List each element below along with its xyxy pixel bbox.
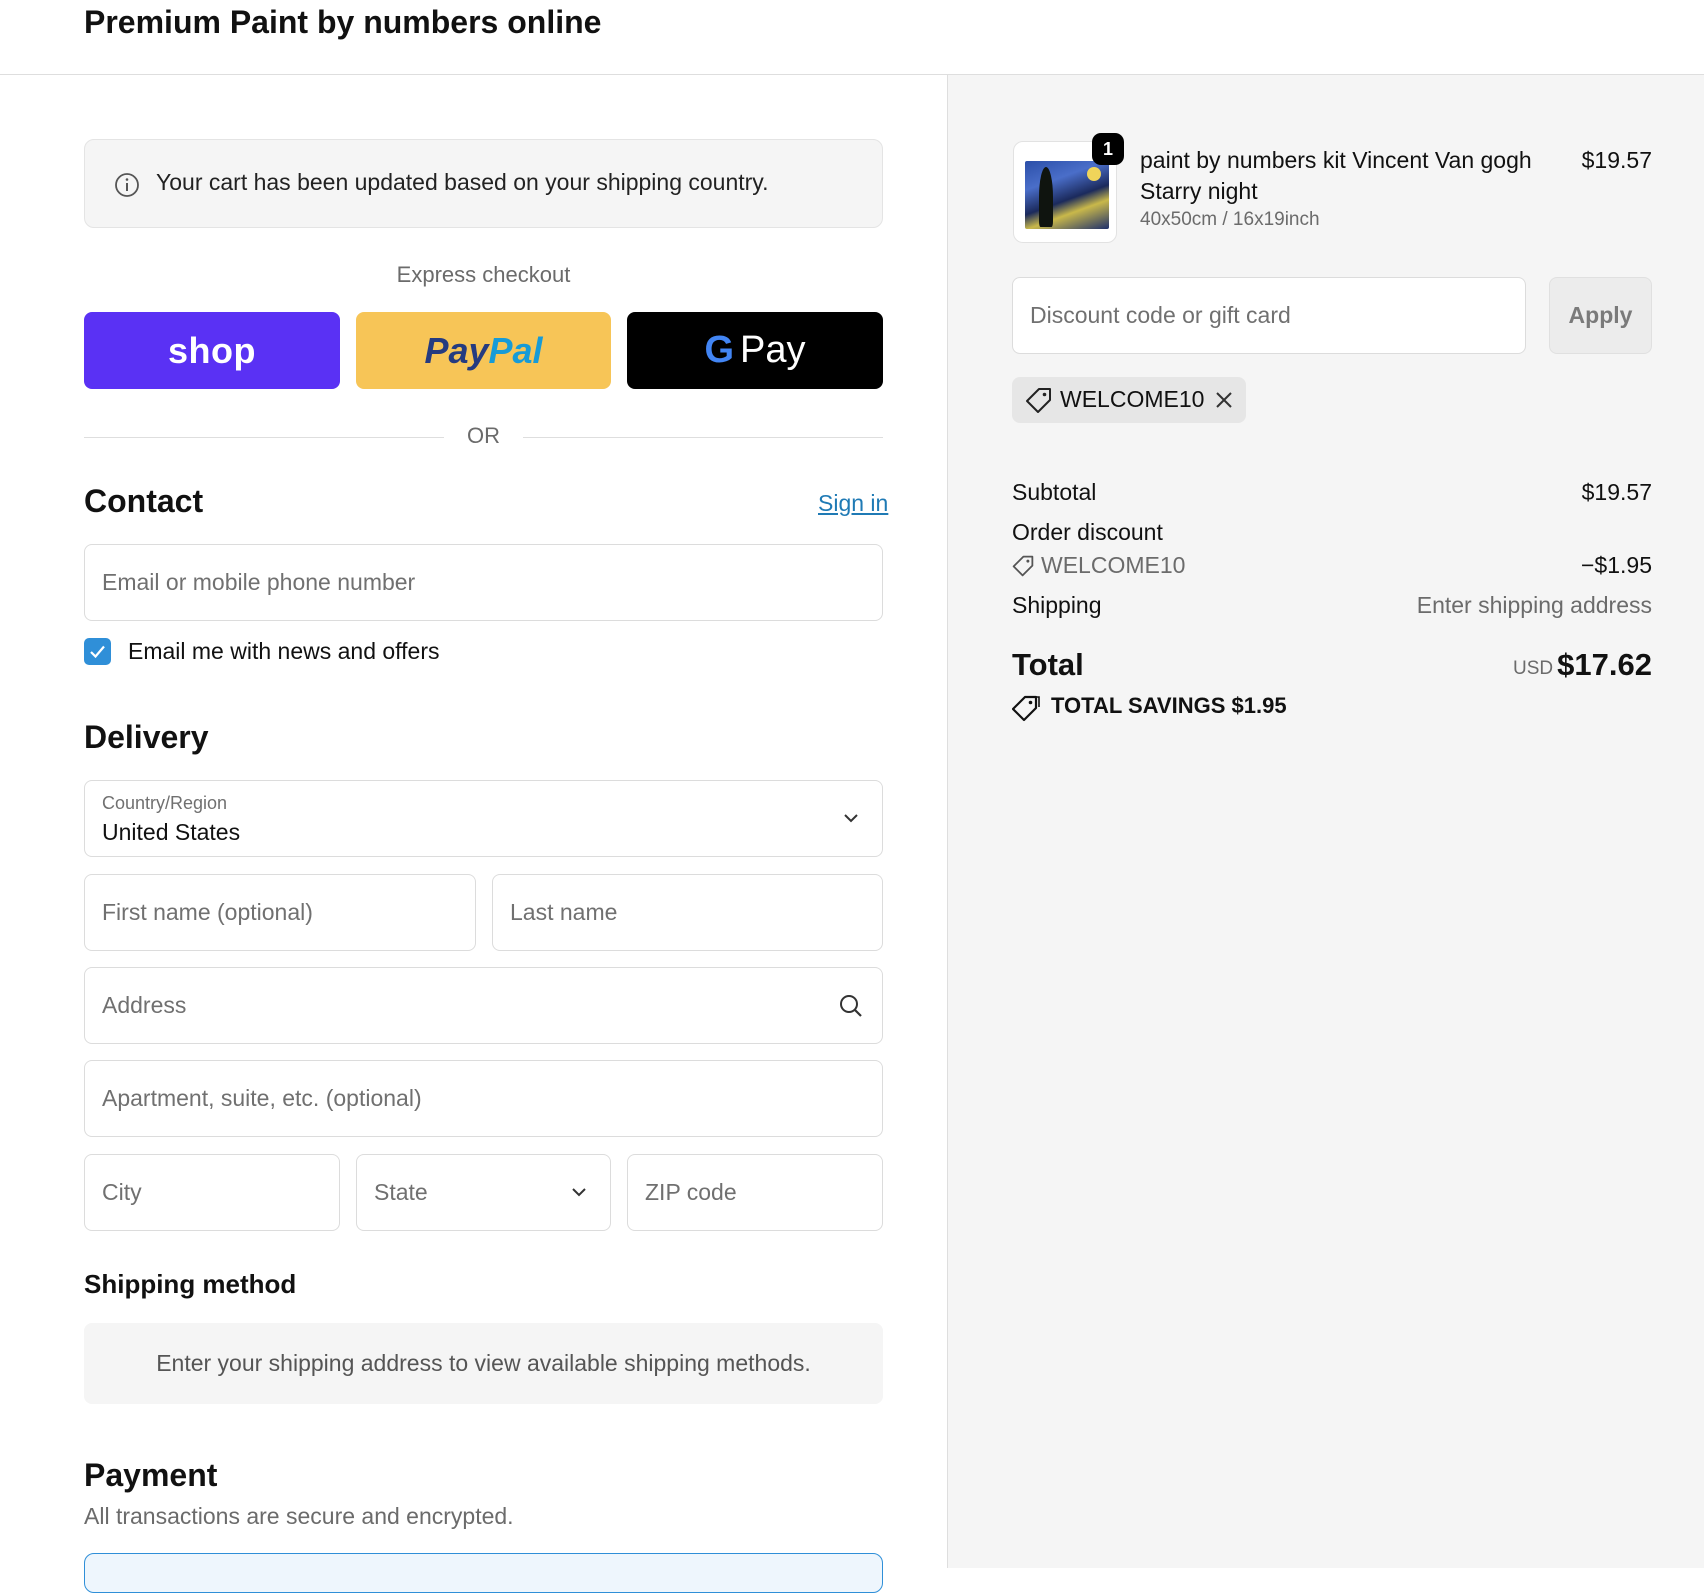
product-title: paint by numbers kit Vincent Van gogh St… (1140, 147, 1532, 204)
applied-code-chip: WELCOME10 (1012, 377, 1246, 423)
google-g-icon: G (704, 329, 735, 371)
shipping-label: Shipping (1012, 592, 1102, 618)
country-value: United States (102, 819, 241, 845)
discount-placeholder: Discount code or gift card (1030, 302, 1291, 328)
divider-line (523, 437, 883, 438)
info-icon (115, 173, 139, 197)
country-select[interactable]: Country/Region United States (84, 780, 883, 857)
total-currency: USD (1513, 658, 1554, 679)
thumb-cypress (1039, 167, 1053, 227)
discount-code-field[interactable]: Discount code or gift card (1012, 277, 1526, 354)
discount-value: −$1.95 (1581, 552, 1652, 578)
express-checkout-label: Express checkout (396, 262, 571, 287)
chevron-down-icon (844, 814, 858, 823)
newsletter-checkbox[interactable] (84, 638, 111, 665)
payment-subtitle: All transactions are secure and encrypte… (84, 1503, 514, 1529)
chevron-down-icon (572, 1188, 586, 1197)
first-name-field[interactable]: First name (optional) (84, 874, 476, 951)
delivery-heading: Delivery (84, 719, 209, 755)
total-value: $17.62 (1557, 647, 1652, 682)
checkmark-icon (90, 645, 105, 659)
state-placeholder: State (374, 1179, 428, 1205)
close-icon[interactable] (1214, 390, 1234, 410)
header: Premium Paint by numbers online (0, 0, 1704, 75)
store-name[interactable]: Premium Paint by numbers online (84, 4, 601, 41)
product-price: $19.57 (1581, 147, 1652, 173)
country-label: Country/Region (102, 793, 228, 813)
apply-discount-button[interactable]: Apply (1549, 277, 1652, 354)
paypal-logo-part1: Pay (424, 329, 489, 371)
city-placeholder: City (102, 1179, 142, 1205)
shop-pay-logo: shop (168, 329, 256, 371)
product-variant: 40x50cm / 16x19inch (1140, 209, 1320, 230)
contact-heading: Contact (84, 483, 204, 519)
sign-in-link[interactable]: Sign in (818, 490, 888, 517)
apartment-field[interactable]: Apartment, suite, etc. (optional) (84, 1060, 883, 1137)
payment-heading: Payment (84, 1457, 218, 1493)
zip-placeholder: ZIP code (645, 1179, 737, 1205)
search-icon[interactable] (838, 993, 864, 1019)
shop-pay-button[interactable]: shop (84, 312, 340, 389)
shipping-value: Enter shipping address (1416, 592, 1652, 618)
address-placeholder: Address (102, 992, 187, 1018)
state-select[interactable]: State (356, 1154, 611, 1231)
applied-code-text: WELCOME10 (1060, 386, 1205, 412)
shipping-method-heading: Shipping method (84, 1269, 297, 1299)
or-label: OR (467, 423, 500, 448)
payment-method-box[interactable] (84, 1553, 883, 1593)
discount-code-label: WELCOME10 (1041, 552, 1186, 578)
subtotal-label: Subtotal (1012, 479, 1097, 505)
google-pay-button[interactable]: G Pay (627, 312, 883, 389)
savings-text: TOTAL SAVINGS $1.95 (1051, 693, 1287, 718)
cart-updated-notice: Your cart has been updated based on your… (84, 139, 883, 228)
notice-text: Your cart has been updated based on your… (156, 169, 769, 195)
email-placeholder: Email or mobile phone number (102, 569, 416, 595)
total-label: Total (1012, 647, 1084, 682)
tag-icon (1012, 555, 1034, 577)
zip-field[interactable]: ZIP code (627, 1154, 883, 1231)
subtotal-value: $19.57 (1581, 479, 1652, 505)
tag-icon (1026, 388, 1051, 413)
savings-tag-icon (1012, 695, 1040, 722)
email-field[interactable]: Email or mobile phone number (84, 544, 883, 621)
first-name-placeholder: First name (optional) (102, 899, 313, 925)
shipping-method-notice: Enter your shipping address to view avai… (84, 1323, 883, 1404)
newsletter-label: Email me with news and offers (128, 638, 440, 664)
last-name-placeholder: Last name (510, 899, 618, 925)
last-name-field[interactable]: Last name (492, 874, 883, 951)
starry-night-image (1025, 161, 1109, 229)
paypal-logo-part2: Pal (488, 329, 543, 371)
city-field[interactable]: City (84, 1154, 340, 1231)
paypal-button[interactable]: Pay Pal (356, 312, 611, 389)
google-pay-label: Pay (740, 329, 806, 371)
address-field[interactable]: Address (84, 967, 883, 1044)
apartment-placeholder: Apartment, suite, etc. (optional) (102, 1085, 422, 1111)
or-divider: OR (84, 423, 883, 453)
quantity-badge: 1 (1092, 133, 1124, 165)
order-discount-label: Order discount (1012, 519, 1163, 545)
thumb-moon (1087, 167, 1101, 181)
